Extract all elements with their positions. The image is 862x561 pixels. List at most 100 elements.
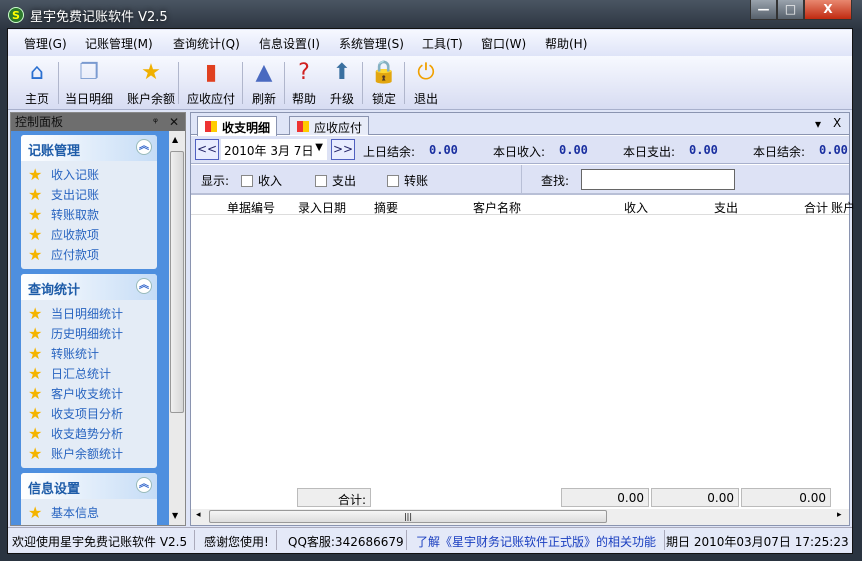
maximize-button[interactable]: □ — [777, 0, 804, 20]
star-icon: ★ — [28, 404, 43, 423]
column-header[interactable]: 客户名称 — [473, 199, 521, 216]
transfer-checkbox[interactable]: 转账 — [387, 172, 428, 189]
footer-total-label: 合计: — [297, 488, 371, 507]
panel-item[interactable]: ★ 转账统计 — [21, 344, 157, 364]
toolbar-button-3[interactable]: ★ 账户余额 — [122, 58, 180, 108]
scrollbar-thumb[interactable] — [170, 151, 184, 413]
toolbar-button-5[interactable]: ▲ 刷新 — [246, 58, 282, 108]
footer-expense: 0.00 — [651, 488, 739, 507]
menu-item[interactable]: 查询统计(Q) — [173, 35, 240, 52]
column-header[interactable]: 收入 — [624, 199, 648, 216]
status-link[interactable]: 了解《星宇财务记账软件正式版》的相关功能 — [416, 533, 656, 550]
tab-icon — [297, 121, 309, 132]
horizontal-scrollbar[interactable]: ◂ ||| ▸ — [191, 509, 849, 525]
toolbar-button-8[interactable]: 🔒 锁定 — [366, 58, 402, 108]
menu-item[interactable]: 管理(G) — [24, 35, 67, 52]
tab-bar: 收支明细 应收应付 ▾ X — [191, 113, 849, 136]
pin-icon[interactable]: ᵠ — [153, 113, 158, 131]
collapse-icon[interactable]: ︽ — [136, 278, 152, 294]
column-header[interactable]: 录入日期 — [298, 199, 346, 216]
panel-item[interactable]: ★ 当日明细统计 — [21, 304, 157, 324]
panel-group-header[interactable]: 记账管理 ︽ — [21, 135, 157, 161]
star-icon: ★ — [28, 205, 43, 224]
toolbar-separator — [284, 62, 285, 104]
prev-day-button[interactable]: << — [195, 139, 219, 160]
group-title: 记账管理 — [28, 144, 81, 159]
panel-group: 查询统计 ︽ ★ 当日明细统计 ★ 历史明细统计 ★ 转账统计 ★ 日汇总统计 ★ 客户收支统计 ★ 收支… — [21, 274, 157, 468]
panel-item-label: 当日明细统计 — [51, 307, 124, 321]
panel-item[interactable]: ★ 历史明细统计 — [21, 324, 157, 344]
menu-item[interactable]: 系统管理(S) — [339, 35, 404, 52]
column-header[interactable]: 支出 — [714, 199, 738, 216]
window-title: 星宇免费记账软件 V2.5 — [30, 10, 168, 25]
panel-item[interactable]: ★ 客户收支统计 — [21, 384, 157, 404]
close-button[interactable]: X — [804, 0, 852, 20]
collapse-icon[interactable]: ︽ — [136, 139, 152, 155]
panel-item[interactable]: ★ 收支趋势分析 — [21, 424, 157, 444]
menu-item[interactable]: 工具(T) — [422, 35, 463, 52]
toolbar-button-9[interactable]: ⏻ 退出 — [408, 58, 444, 108]
column-header[interactable]: 摘要 — [374, 199, 398, 216]
content-area: 收支明细 应收应付 ▾ X << 2010年 3月 7日 ▼ >> 上日结余: 0… — [190, 112, 855, 526]
column-header[interactable]: 单据编号 — [227, 199, 275, 216]
scroll-up-icon[interactable]: ▲ — [172, 135, 178, 144]
panel-item-label: 账户余额统计 — [51, 447, 124, 461]
column-header[interactable]: 账户 — [831, 199, 855, 216]
tab-dropdown-icon[interactable]: ▾ — [815, 117, 821, 131]
panel-item[interactable]: ★ 应付款项 — [21, 245, 157, 265]
toolbar-button-2[interactable]: ❐ 当日明细 — [60, 58, 118, 108]
menu-item[interactable]: 信息设置(I) — [259, 35, 320, 52]
today-balance-label: 本日结余: — [753, 145, 806, 159]
menu-item[interactable]: 窗口(W) — [481, 35, 526, 52]
toolbar-label: 锁定 — [371, 92, 396, 106]
panel-item[interactable]: ★ 转账取款 — [21, 205, 157, 225]
scroll-right-icon[interactable]: ▸ — [837, 510, 842, 520]
tab-income-expense-detail[interactable]: 收支明细 — [197, 116, 278, 136]
today-income-label: 本日收入: — [493, 145, 546, 159]
date-picker[interactable]: 2010年 3月 7日 ▼ — [221, 139, 327, 160]
menu-item[interactable]: 记账管理(M) — [85, 35, 153, 52]
income-checkbox[interactable]: 收入 — [241, 172, 282, 189]
chevron-down-icon[interactable]: ▼ — [315, 142, 323, 153]
group-title: 信息设置 — [28, 482, 81, 497]
panel-item[interactable]: ★账户设置 — [21, 523, 157, 525]
panel-group-header[interactable]: 信息设置 ︽ — [21, 473, 157, 499]
toolbar-button-7[interactable]: ⬆ 升级 — [324, 58, 360, 108]
expense-checkbox[interactable]: 支出 — [315, 172, 356, 189]
toolbar-button-6[interactable]: ? 帮助 — [286, 58, 322, 108]
next-day-button[interactable]: >> — [331, 139, 355, 160]
close-icon[interactable]: ✕ — [169, 113, 179, 131]
status-welcome: 欢迎使用星宇免费记账软件 V2.5 — [12, 535, 188, 549]
scroll-left-icon[interactable]: ◂ — [196, 510, 201, 520]
search-input[interactable] — [581, 169, 735, 190]
scroll-down-icon[interactable]: ▼ — [172, 511, 178, 520]
panel-item[interactable]: ★ 支出记账 — [21, 185, 157, 205]
vertical-scrollbar[interactable]: ▲ ▼ — [169, 131, 185, 525]
menu-item[interactable]: 帮助(H) — [545, 35, 587, 52]
prev-balance-value: 0.00 — [429, 143, 458, 157]
panel-item[interactable]: ★ 收入记账 — [21, 165, 157, 185]
minimize-button[interactable]: — — [750, 0, 777, 20]
column-header[interactable]: 合计 — [804, 199, 828, 216]
panel-group-header[interactable]: 查询统计 ︽ — [21, 274, 157, 300]
panel-item-label: 应收款项 — [51, 228, 100, 242]
toolbar-label: 刷新 — [251, 92, 276, 106]
tab-icon — [205, 121, 217, 132]
tab-close-icon[interactable]: X — [833, 116, 841, 130]
home-icon: ⌂ — [30, 60, 44, 85]
tab-receivable-payable[interactable]: 应收应付 — [289, 116, 370, 135]
collapse-icon[interactable]: ︽ — [136, 477, 152, 493]
toolbar-button-1[interactable]: ⌂ 主页 — [12, 58, 62, 108]
panel-item[interactable]: ★ 日汇总统计 — [21, 364, 157, 384]
app-icon: S — [8, 7, 24, 23]
star-icon: ★ — [28, 424, 43, 443]
toolbar-button-4[interactable]: ▮ 应收应付 — [182, 58, 240, 108]
panel-item[interactable]: ★ 基本信息 — [21, 503, 157, 523]
title-bar: S 星宇免费记账软件 V2.5 — □ X — [0, 0, 862, 30]
panel-item[interactable]: ★ 应收款项 — [21, 225, 157, 245]
panel-item[interactable]: ★ 账户余额统计 — [21, 444, 157, 464]
panel-item-label: 支出记账 — [51, 188, 100, 202]
scrollbar-thumb[interactable]: ||| — [209, 510, 607, 523]
panel-item[interactable]: ★ 收支项目分析 — [21, 404, 157, 424]
toolbar: ⌂ 主页 ❐ 当日明细 ★ 账户余额 ▮ 应收应付 ▲ 刷新? 帮助 ⬆ 升级 🔒 锁定 ⏻ 退出 — [8, 56, 852, 110]
